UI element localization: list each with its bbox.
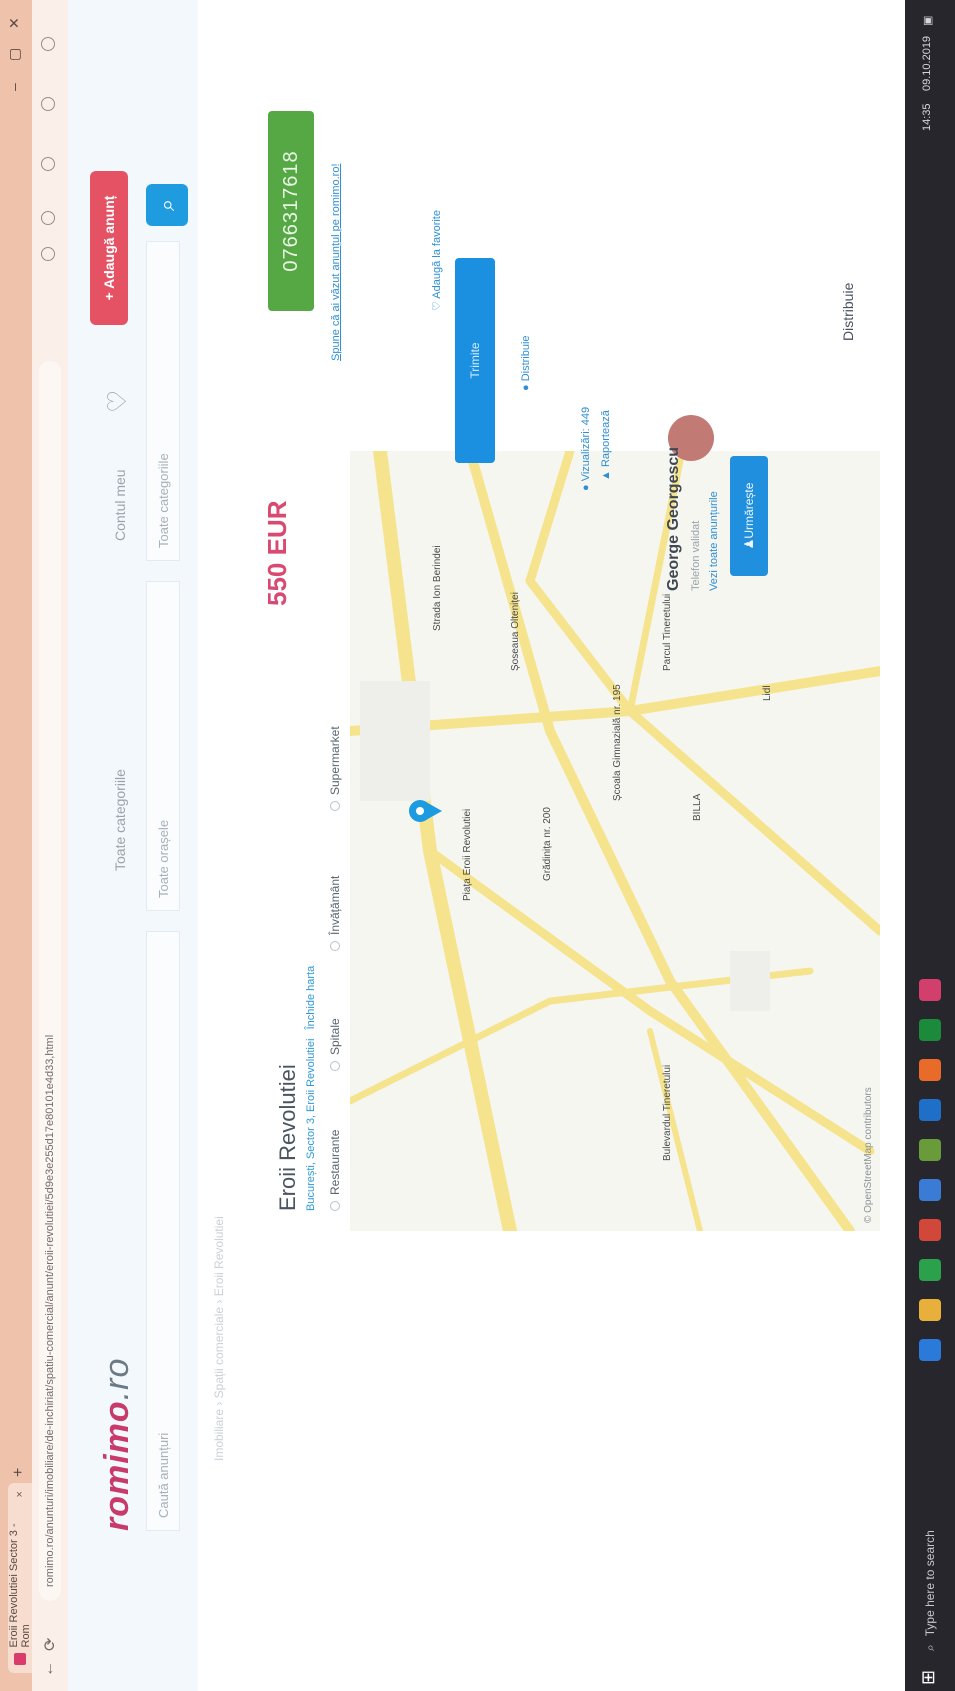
minimize-button[interactable]: –	[6, 83, 22, 91]
map-pin-icon	[409, 800, 442, 822]
poi-tabs: Restaurante Spitale Învățământ Supermark…	[320, 611, 352, 1231]
agent-name: George Georgescu	[665, 446, 682, 591]
taskview-icon[interactable]	[919, 1339, 941, 1361]
taskbar-search[interactable]: ⌕ Type here to search	[915, 1501, 945, 1651]
app-icon[interactable]	[919, 1139, 941, 1161]
app-icon[interactable]	[919, 1179, 941, 1201]
chrome-icon[interactable]	[919, 1259, 941, 1281]
search-button[interactable]: ⌕	[146, 184, 188, 226]
browser-toolbar: ← ⟳ romimo.ro/anunturi/imobiliare/de-inc…	[32, 0, 68, 1691]
views-counter: ● Vizualizări: 449	[580, 406, 592, 491]
map-roads: Piața Eroii Revolutiei Șoseaua Olteniței…	[350, 451, 880, 1231]
maximize-button[interactable]: ▢	[6, 48, 23, 61]
share-heading: Distribuie	[840, 282, 856, 341]
map-label: Strada Ion Berindei	[432, 545, 443, 631]
add-favorite-link[interactable]: ♡ Adaugă la favorite	[430, 210, 443, 311]
header-link-categories[interactable]: Toate categoriile	[112, 769, 128, 871]
map-toggle-link[interactable]: Închide harta	[305, 966, 317, 1030]
menu-icon[interactable]	[41, 37, 55, 51]
location-map[interactable]: Piața Eroii Revolutiei Șoseaua Olteniței…	[350, 451, 880, 1231]
poi-tab-supermarket[interactable]: Supermarket	[328, 726, 342, 811]
map-label: Școala Gimnazială nr. 195	[612, 684, 623, 801]
location-select[interactable]: Toate orașele	[146, 581, 180, 911]
favicon-icon	[14, 1653, 26, 1665]
excel-icon[interactable]	[919, 1019, 941, 1041]
category-select[interactable]: Toate categoriile	[146, 241, 180, 561]
site-logo[interactable]: romimo.ro	[98, 1358, 137, 1531]
agent-all-listings-link[interactable]: Vezi toate anunțurile	[708, 491, 720, 591]
share-link[interactable]: ● Distribuie	[520, 335, 532, 391]
rotated-screenshot: Eroii Revolutiei Sector 3 - Rom × + – ▢ …	[0, 0, 955, 1691]
send-message-button[interactable]: Trimite	[455, 258, 495, 463]
app-icon[interactable]	[919, 979, 941, 1001]
browser-tab[interactable]: Eroii Revolutiei Sector 3 - Rom ×	[8, 1483, 32, 1673]
follow-button[interactable]: ♟ Urmărește	[730, 456, 768, 576]
map-label: Lidl	[762, 685, 773, 701]
clock-time[interactable]: 14:35	[921, 103, 933, 131]
word-icon[interactable]	[919, 1099, 941, 1121]
close-window-button[interactable]: ✕	[6, 17, 23, 29]
profile-icon[interactable]	[41, 97, 55, 111]
zoom-icon[interactable]	[41, 247, 55, 261]
app-icon[interactable]	[919, 1059, 941, 1081]
search-icon: ⌕	[922, 1644, 937, 1651]
map-label: Piața Eroii Revolutiei	[462, 809, 473, 901]
star-icon[interactable]	[41, 211, 55, 225]
poi-tab-restaurants[interactable]: Restaurante	[328, 1130, 342, 1211]
tab-title: Eroii Revolutiei Sector 3 - Rom	[8, 1523, 32, 1648]
app-icon[interactable]	[919, 1219, 941, 1241]
windows-start-icon[interactable]: ⊞	[918, 1661, 942, 1685]
close-tab-icon[interactable]: ×	[14, 1491, 26, 1497]
site-header: romimo.ro Toate categoriile Contul meu ♡…	[68, 0, 198, 1691]
clock-date[interactable]: 09.10.2019	[921, 36, 933, 91]
heart-icon[interactable]: ♡	[102, 390, 133, 413]
back-icon[interactable]: ←	[40, 1661, 58, 1677]
listing-title: Eroii Revolutiei	[275, 1064, 300, 1211]
browser-tab-strip: Eroii Revolutiei Sector 3 - Rom × + – ▢ …	[0, 0, 32, 1691]
poi-tab-hospitals[interactable]: Spitale	[328, 1018, 342, 1071]
poi-tab-education[interactable]: Învățământ	[328, 876, 342, 951]
phone-note-link[interactable]: Spune că ai văzut anunțul pe romimo.ro!	[330, 101, 342, 361]
listing-address: București, Sector 3, Eroii Revolutiei În…	[305, 966, 317, 1211]
explorer-icon[interactable]	[919, 1299, 941, 1321]
new-tab-button[interactable]: +	[10, 1468, 28, 1477]
address-bar[interactable]: romimo.ro/anunturi/imobiliare/de-inchiri…	[39, 361, 61, 1601]
map-attribution: © OpenStreetMap contributors	[863, 1087, 874, 1223]
add-listing-button[interactable]: + Adaugă anunț	[90, 171, 128, 325]
map-label: Parcul Tineretului	[662, 594, 673, 671]
search-icon: ⌕	[154, 198, 179, 212]
reload-icon[interactable]: ⟳	[40, 1638, 60, 1651]
listing-price: 550 EUR	[262, 500, 292, 607]
report-link[interactable]: ▲ Raportează	[600, 410, 612, 481]
phone-button[interactable]: 0766317618	[268, 111, 314, 311]
header-link-account[interactable]: Contul meu	[112, 469, 128, 541]
extension-icon[interactable]	[41, 157, 55, 171]
agent-role: Telefon validat	[690, 520, 702, 591]
map-label: Bulevardul Tineretului	[662, 1065, 673, 1161]
map-label: Grădinița nr. 200	[542, 807, 553, 881]
map-label: Șoseaua Olteniței	[510, 592, 521, 671]
notification-icon[interactable]: ▣	[921, 16, 934, 26]
address-text: București, Sector 3, Eroii Revolutiei	[305, 1038, 317, 1211]
windows-taskbar: ⊞ ⌕ Type here to search 14:35 09.10.2019…	[905, 0, 955, 1691]
map-label: BILLA	[692, 793, 703, 821]
search-input[interactable]: Caută anunțuri	[146, 931, 180, 1531]
breadcrumb: Imobiliare › Spații comerciale › Eroii R…	[212, 1216, 226, 1461]
